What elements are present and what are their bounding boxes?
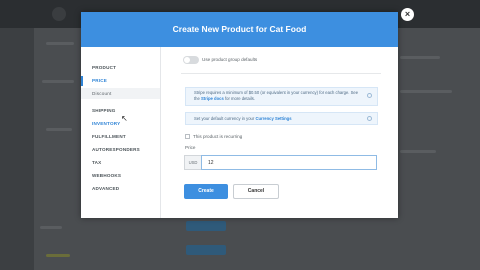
price-input[interactable] bbox=[201, 155, 377, 170]
close-icon[interactable]: × bbox=[401, 8, 414, 21]
background-text-line bbox=[400, 150, 436, 153]
background-button bbox=[186, 245, 226, 255]
nav-item-advanced[interactable]: ADVANCED bbox=[81, 184, 160, 194]
create-button[interactable]: Create bbox=[184, 184, 228, 199]
note-text: for more details. bbox=[223, 96, 255, 101]
nav-item-discount[interactable]: Discount bbox=[81, 88, 160, 99]
modal-header: Create New Product for Cat Food bbox=[81, 12, 398, 47]
nav-item-autoresponders[interactable]: AUTORESPONDERS bbox=[81, 145, 160, 155]
currency-addon: USD bbox=[184, 155, 201, 170]
nav-item-webhooks[interactable]: WEBHOOKS bbox=[81, 171, 160, 181]
background-sidebar bbox=[0, 28, 34, 270]
group-defaults-toggle[interactable] bbox=[183, 56, 199, 64]
note-text: Set your default currency in your bbox=[194, 116, 256, 121]
stripe-minimum-note: Stripe requires a minimum of $0.50 (or e… bbox=[185, 87, 378, 106]
currency-note: Set your default currency in your Curren… bbox=[185, 112, 378, 125]
recurring-label: This product is recurring bbox=[193, 134, 243, 139]
stripe-docs-link[interactable]: Stripe docs bbox=[201, 96, 224, 101]
divider bbox=[181, 73, 381, 74]
background-text-line bbox=[46, 254, 70, 257]
background-button bbox=[186, 221, 226, 231]
price-label: Price bbox=[185, 145, 196, 150]
background-logo bbox=[52, 7, 66, 21]
cancel-button[interactable]: Cancel bbox=[233, 184, 279, 199]
mouse-cursor-icon: ↖ bbox=[121, 114, 128, 123]
background-text-line bbox=[40, 226, 62, 229]
background-text-line bbox=[42, 80, 74, 83]
nav-item-product[interactable]: PRODUCT bbox=[81, 63, 160, 73]
background-text-line bbox=[400, 56, 440, 59]
modal-title: Create New Product for Cat Food bbox=[172, 24, 307, 34]
toggle-knob bbox=[184, 57, 190, 63]
modal-side-nav: PRODUCT PRICE Discount SHIPPING INVENTOR… bbox=[81, 47, 161, 218]
info-icon bbox=[367, 116, 372, 121]
nav-item-tax[interactable]: TAX bbox=[81, 158, 160, 168]
nav-item-fulfillment[interactable]: FULFILLMENT bbox=[81, 132, 160, 142]
background-text-line bbox=[46, 128, 72, 131]
info-icon bbox=[367, 93, 372, 98]
background-text-line bbox=[400, 90, 452, 93]
currency-settings-link[interactable]: Currency Settings bbox=[255, 116, 291, 121]
recurring-checkbox[interactable] bbox=[185, 134, 190, 139]
background-text-line bbox=[46, 42, 74, 45]
toggle-label: Use product group defaults bbox=[202, 57, 258, 62]
nav-item-price[interactable]: PRICE bbox=[81, 76, 160, 86]
